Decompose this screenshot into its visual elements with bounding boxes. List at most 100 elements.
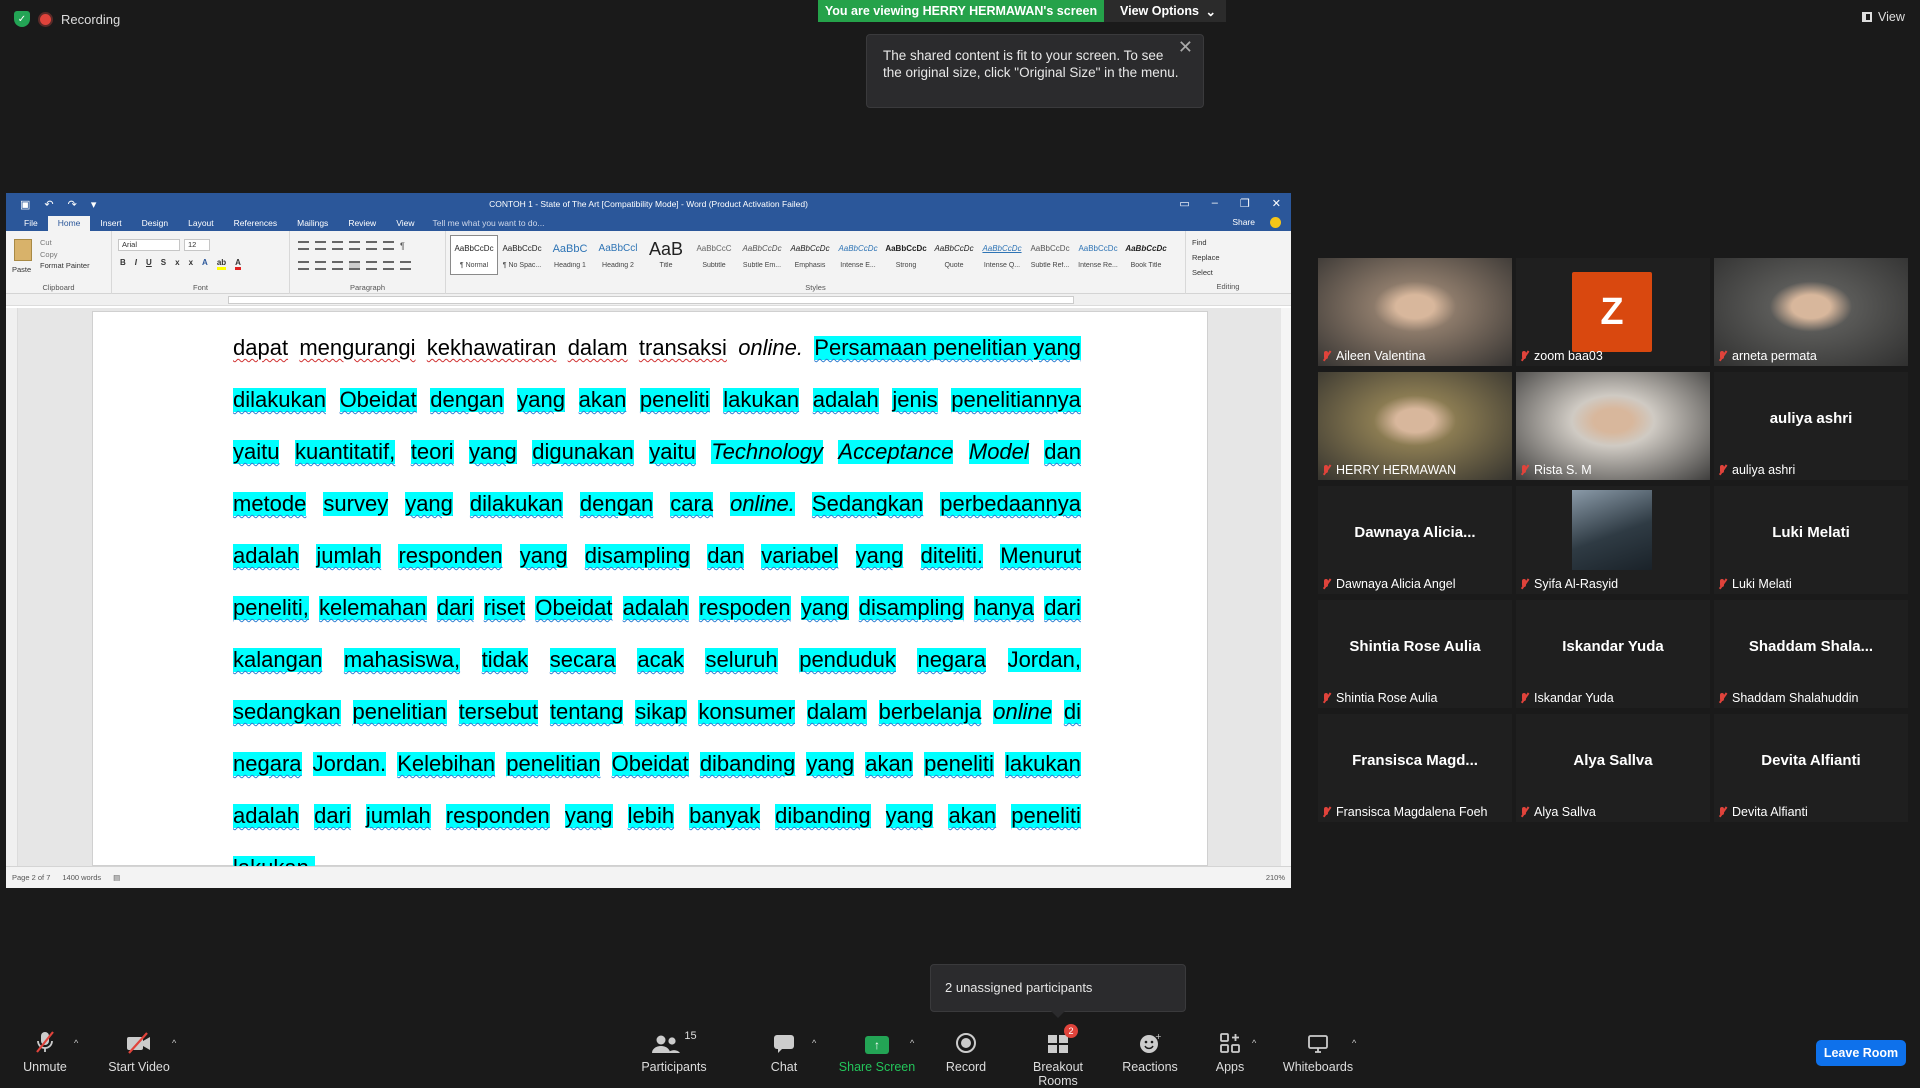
font-size-box[interactable]: 12 (184, 239, 210, 251)
style-quote[interactable]: AaBbCcDc Quote (930, 235, 978, 275)
copy-button[interactable]: Copy (40, 249, 90, 261)
decrease-indent-icon[interactable] (349, 241, 360, 250)
chat-button[interactable]: Chat (766, 1030, 802, 1074)
view-options-button[interactable]: View Options ⌄ (1104, 0, 1226, 22)
participant-tile[interactable]: Luki Melati Luki Melati (1714, 486, 1908, 594)
share-options-caret-icon[interactable]: ^ (910, 1038, 914, 1048)
borders-icon[interactable] (400, 261, 411, 270)
multilevel-list-icon[interactable] (332, 241, 343, 250)
participant-tile[interactable]: Fransisca Magd... Fransisca Magdalena Foe… (1318, 714, 1512, 822)
start-video-button[interactable]: Start Video (104, 1030, 174, 1074)
breakout-rooms-button[interactable]: 2 Breakout Rooms (1012, 1024, 1104, 1088)
style-strong[interactable]: AaBbCcDc Strong (882, 235, 930, 275)
bold-button[interactable]: B (120, 258, 126, 270)
ribbon-display-icon[interactable]: ▭ (1179, 197, 1189, 210)
participant-tile[interactable]: Aileen Valentina (1318, 258, 1512, 366)
reactions-button[interactable]: + Reactions (1120, 1030, 1180, 1074)
format-painter-button[interactable]: Format Painter (40, 260, 90, 272)
participant-tile[interactable]: Shintia Rose Aulia Shintia Rose Aulia (1318, 600, 1512, 708)
unassigned-participants-popup[interactable]: 2 unassigned participants (930, 964, 1186, 1018)
superscript-button[interactable]: x (189, 258, 193, 270)
italic-button[interactable]: I (135, 258, 137, 270)
style-subtle-reference[interactable]: AaBbCcDc Subtle Ref... (1026, 235, 1074, 275)
tab-layout[interactable]: Layout (178, 216, 224, 231)
style-heading-2[interactable]: AaBbCcl Heading 2 (594, 235, 642, 275)
tab-home[interactable]: Home (47, 216, 91, 231)
participant-tile[interactable]: HERRY HERMAWAN (1318, 372, 1512, 480)
style-intense-reference[interactable]: AaBbCcDc Intense Re... (1074, 235, 1122, 275)
font-name-box[interactable]: Arial (118, 239, 180, 251)
shading-icon[interactable] (383, 261, 394, 270)
font-color-icon[interactable]: A (235, 258, 241, 270)
paste-label[interactable]: Paste (12, 265, 31, 274)
proofing-icon[interactable]: ▤ (113, 873, 120, 882)
word-count[interactable]: 1400 words (62, 873, 101, 882)
participant-tile[interactable]: Zzoom baa03 (1516, 258, 1710, 366)
vertical-ruler[interactable] (6, 308, 18, 866)
find-button[interactable]: Find (1192, 235, 1220, 250)
subscript-button[interactable]: x (175, 258, 179, 270)
apps-button[interactable]: Apps (1210, 1030, 1250, 1074)
share-screen-button[interactable]: ↑ Share Screen (838, 1030, 916, 1074)
whiteboards-button[interactable]: Whiteboards (1282, 1030, 1354, 1074)
style-subtle-emphasis[interactable]: AaBbCcDc Subtle Em... (738, 235, 786, 275)
participant-tile[interactable]: Devita Alfianti Devita Alfianti (1714, 714, 1908, 822)
video-options-caret-icon[interactable]: ^ (172, 1038, 176, 1048)
tab-review[interactable]: Review (338, 216, 386, 231)
participants-button[interactable]: 15 Participants (638, 1030, 710, 1074)
view-button[interactable]: View (1862, 10, 1905, 24)
show-marks-icon[interactable]: ¶ (400, 241, 405, 251)
style-no-spacing[interactable]: AaBbCcDc ¶ No Spac... (498, 235, 546, 275)
close-icon[interactable]: ✕ (1178, 38, 1193, 56)
audio-options-caret-icon[interactable]: ^ (74, 1038, 78, 1048)
share-button[interactable]: Share (1232, 215, 1255, 230)
align-right-icon[interactable] (332, 261, 343, 270)
justify-icon[interactable] (349, 261, 360, 270)
text-effects-icon[interactable]: A (202, 258, 208, 270)
chat-options-caret-icon[interactable]: ^ (812, 1038, 816, 1048)
bullets-icon[interactable] (298, 241, 309, 250)
whiteboard-options-caret-icon[interactable]: ^ (1352, 1038, 1356, 1048)
align-center-icon[interactable] (315, 261, 326, 270)
style-subtitle[interactable]: AaBbCcC Subtitle (690, 235, 738, 275)
participant-tile[interactable]: arneta permata (1714, 258, 1908, 366)
style-book-title[interactable]: AaBbCcDc Book Title (1122, 235, 1170, 275)
participant-tile[interactable]: Dawnaya Alicia... Dawnaya Alicia Angel (1318, 486, 1512, 594)
tab-mailings[interactable]: Mailings (287, 216, 338, 231)
leave-room-button[interactable]: Leave Room (1816, 1040, 1906, 1066)
recording-indicator[interactable]: ✓ Recording (14, 11, 120, 27)
apps-options-caret-icon[interactable]: ^ (1252, 1038, 1256, 1048)
numbering-icon[interactable] (315, 241, 326, 250)
cut-button[interactable]: Cut (40, 237, 90, 249)
security-shield-icon[interactable]: ✓ (14, 11, 30, 27)
style-heading-1[interactable]: AaBbC Heading 1 (546, 235, 594, 275)
tab-insert[interactable]: Insert (90, 216, 131, 231)
tab-references[interactable]: References (224, 216, 287, 231)
select-button[interactable]: Select (1192, 265, 1220, 280)
participant-tile[interactable]: Syifa Al-Rasyid (1516, 486, 1710, 594)
feedback-smiley-icon[interactable] (1270, 217, 1281, 228)
minimize-icon[interactable]: – (1212, 197, 1218, 210)
zoom-level[interactable]: 210% (1266, 873, 1285, 882)
restore-icon[interactable]: ❐ (1240, 197, 1250, 210)
tab-design[interactable]: Design (132, 216, 178, 231)
vertical-scrollbar[interactable] (1281, 308, 1291, 866)
tab-file[interactable]: File (14, 216, 48, 231)
line-spacing-icon[interactable] (366, 261, 377, 270)
page-count[interactable]: Page 2 of 7 (12, 873, 50, 882)
replace-button[interactable]: Replace (1192, 250, 1220, 265)
participant-tile[interactable]: Shaddam Shala... Shaddam Shalahuddin (1714, 600, 1908, 708)
style-emphasis[interactable]: AaBbCcDc Emphasis (786, 235, 834, 275)
style-intense-emphasis[interactable]: AaBbCcDc Intense E... (834, 235, 882, 275)
participant-tile[interactable]: Rista S. M (1516, 372, 1710, 480)
style-intense-quote[interactable]: AaBbCcDc Intense Q... (978, 235, 1026, 275)
participant-tile[interactable]: Alya Sallva Alya Sallva (1516, 714, 1710, 822)
horizontal-ruler[interactable] (6, 294, 1291, 306)
participant-tile[interactable]: auliya ashri auliya ashri (1714, 372, 1908, 480)
paste-icon[interactable] (14, 239, 32, 261)
participant-tile[interactable]: Iskandar Yuda Iskandar Yuda (1516, 600, 1710, 708)
increase-indent-icon[interactable] (366, 241, 377, 250)
highlight-color-icon[interactable]: ab (216, 258, 227, 270)
underline-button[interactable]: U (146, 258, 152, 270)
style-title[interactable]: AaB Title (642, 235, 690, 275)
